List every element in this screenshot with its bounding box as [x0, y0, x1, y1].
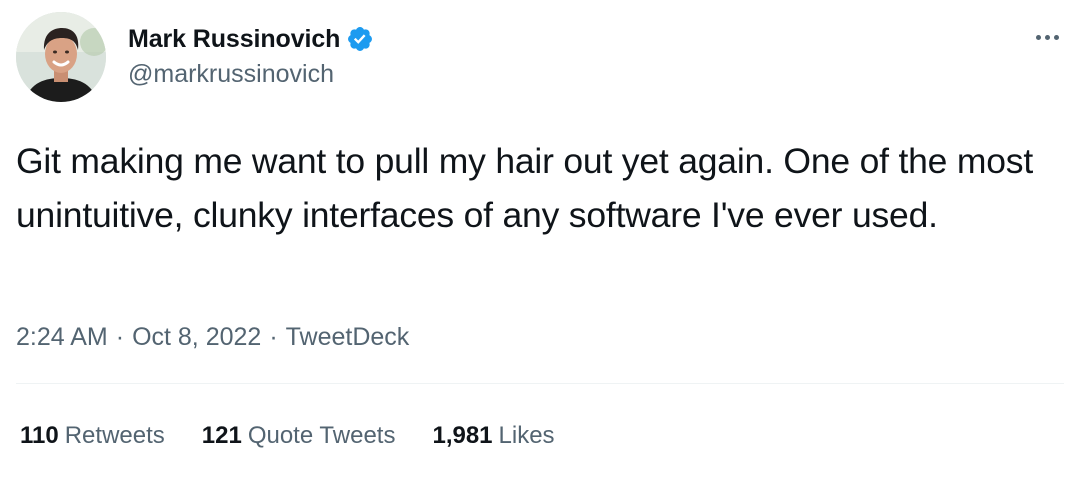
- tweet-stats: 110 Retweets 121 Quote Tweets 1,981 Like…: [20, 418, 592, 454]
- meta-separator: ·: [269, 322, 278, 351]
- likes-count: 1,981: [432, 422, 493, 449]
- likes-stat[interactable]: 1,981 Likes: [432, 422, 554, 450]
- quote-tweets-stat[interactable]: 121 Quote Tweets: [202, 422, 396, 450]
- quote-tweets-label: Quote Tweets: [247, 422, 396, 449]
- more-dot: [1044, 34, 1050, 40]
- retweets-count: 110: [20, 422, 59, 449]
- author-handle[interactable]: @markrussinovich: [128, 60, 334, 89]
- retweets-stat[interactable]: 110 Retweets: [20, 422, 165, 450]
- retweets-label: Retweets: [64, 422, 165, 449]
- verified-badge-icon: [346, 25, 374, 53]
- author-name-row: Mark Russinovich: [128, 22, 374, 56]
- tweet-text: Git making me want to pull my hair out y…: [16, 141, 1033, 235]
- more-dot: [1053, 34, 1059, 40]
- author-display-name[interactable]: Mark Russinovich: [128, 25, 340, 54]
- tweet-card: Mark Russinovich @markrussinovich Git ma…: [0, 0, 1080, 478]
- tweet-source[interactable]: TweetDeck: [286, 323, 410, 352]
- meta-separator: ·: [115, 322, 125, 351]
- more-dot: [1035, 34, 1041, 40]
- avatar[interactable]: [16, 12, 106, 102]
- tweet-date[interactable]: Oct 8, 2022: [132, 323, 261, 352]
- likes-label: Likes: [498, 422, 555, 449]
- tweet-meta: 2:24 AM · Oct 8, 2022 · TweetDeck: [16, 317, 409, 357]
- quote-tweets-count: 121: [201, 422, 242, 449]
- tweet-time[interactable]: 2:24 AM: [16, 323, 108, 352]
- more-options-icon[interactable]: [1027, 22, 1067, 52]
- profile-photo-icon: [16, 12, 106, 102]
- divider: [16, 383, 1064, 384]
